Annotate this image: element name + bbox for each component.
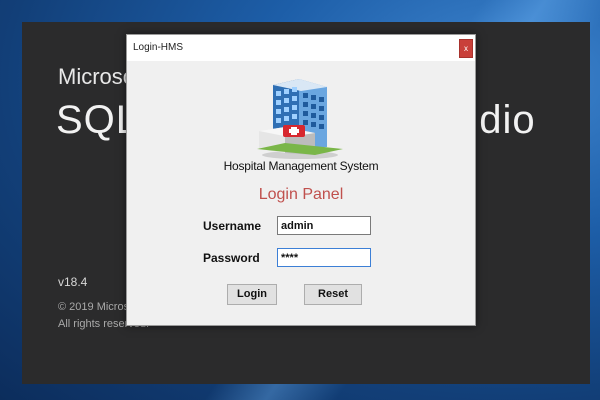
hospital-building-icon (255, 75, 345, 159)
splash-version: v18.4 (58, 275, 88, 289)
reset-button[interactable]: Reset (304, 284, 362, 305)
system-name: Hospital Management System (223, 159, 379, 173)
username-input[interactable] (277, 216, 371, 235)
close-icon[interactable]: x (459, 39, 473, 58)
window-title: Login-HMS (133, 42, 184, 53)
password-label: Password (203, 251, 260, 265)
username-label: Username (203, 219, 262, 233)
login-window: Login-HMS x Hospital Management System L… (126, 34, 476, 326)
title-bar[interactable]: Login-HMS x (127, 35, 475, 61)
password-input[interactable] (277, 248, 371, 267)
splash-copyright: © 2019 Microso (58, 301, 136, 313)
panel-title: Login Panel (258, 186, 344, 203)
login-button[interactable]: Login (227, 284, 277, 305)
